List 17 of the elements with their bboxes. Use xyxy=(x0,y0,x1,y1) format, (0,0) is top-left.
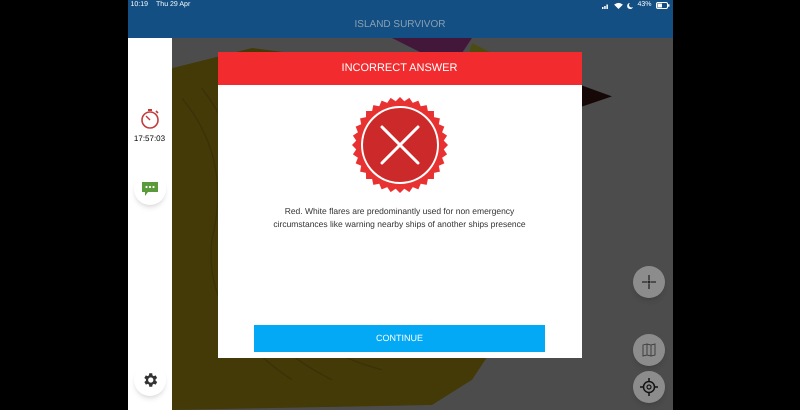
battery-icon xyxy=(656,2,670,9)
settings-button[interactable] xyxy=(134,364,166,396)
target-icon xyxy=(640,378,658,396)
signal-icon xyxy=(602,2,610,8)
stopwatch-icon xyxy=(140,108,160,130)
app-title: ISLAND SURVIVOR xyxy=(354,18,446,32)
error-badge-icon xyxy=(352,97,448,193)
wifi-icon xyxy=(614,2,624,9)
feedback-message: Red. White flares are predominantly used for non emergency circumstances like warning nearby ships of another ships presence xyxy=(272,205,527,231)
moon-icon xyxy=(627,2,634,8)
chat-icon xyxy=(140,181,158,197)
timer-text: 17:57:03 xyxy=(134,133,166,145)
map-icon xyxy=(642,343,656,357)
chat-button[interactable] xyxy=(134,173,166,205)
crosshair-icon xyxy=(640,274,656,290)
dialog-title: INCORRECT ANSWER xyxy=(342,61,458,76)
continue-button[interactable]: CONTINUE xyxy=(254,325,545,352)
